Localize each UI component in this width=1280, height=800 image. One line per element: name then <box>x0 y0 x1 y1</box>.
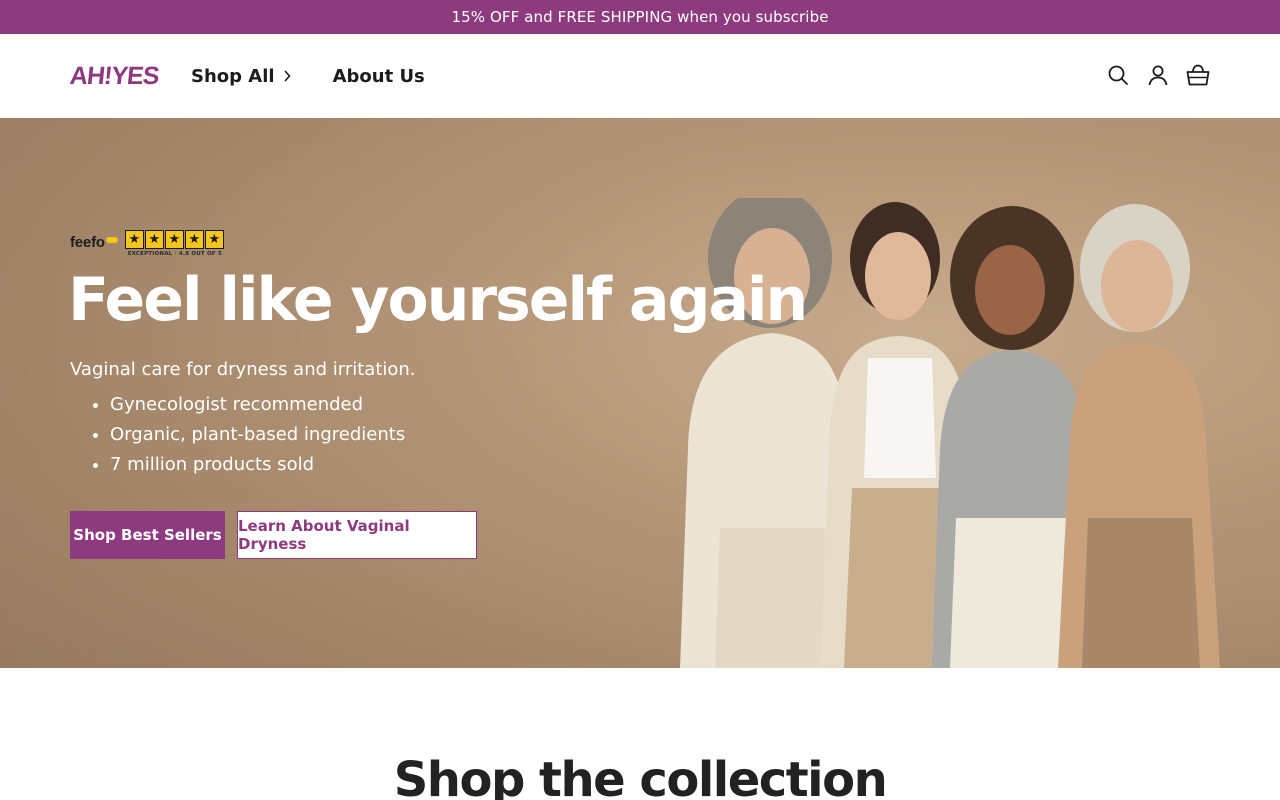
hero-subtitle: Vaginal care for dryness and irritation. <box>70 359 416 380</box>
announcement-text: 15% OFF and FREE SHIPPING when you subsc… <box>451 8 829 26</box>
list-item: Gynecologist recommended <box>110 393 405 423</box>
star-icon: ★ <box>144 230 164 249</box>
list-item: 7 million products sold <box>110 453 405 483</box>
feefo-rating[interactable]: feefo ★ ★ ★ ★ ★ EXCEPTIONAL · 4.8 OUT OF… <box>70 230 225 257</box>
header-actions <box>1106 63 1210 87</box>
account-icon[interactable] <box>1146 63 1170 87</box>
nav-about-us[interactable]: About Us <box>333 62 425 90</box>
star-icon: ★ <box>184 230 204 249</box>
hero-benefits-list: Gynecologist recommended Organic, plant-… <box>110 393 405 483</box>
rating-stars: ★ ★ ★ ★ ★ <box>124 230 225 249</box>
rating-caption: EXCEPTIONAL · 4.8 OUT OF 5 <box>127 251 222 257</box>
feefo-eyes-icon <box>105 237 118 243</box>
rating-stars-block: ★ ★ ★ ★ ★ EXCEPTIONAL · 4.8 OUT OF 5 <box>124 230 225 257</box>
feefo-logo: feefo <box>70 234 105 251</box>
star-icon: ★ <box>124 230 144 249</box>
hero-title: Feel like yourself again <box>68 265 808 335</box>
chevron-right-icon <box>283 70 293 82</box>
nav-shop-all[interactable]: Shop All <box>191 62 293 90</box>
brand-logo[interactable]: AH!YES <box>68 61 160 91</box>
list-item: Organic, plant-based ingredients <box>110 423 405 453</box>
star-icon: ★ <box>164 230 184 249</box>
site-header: AH!YES Shop All About Us <box>0 34 1280 118</box>
announcement-bar: 15% OFF and FREE SHIPPING when you subsc… <box>0 0 1280 34</box>
shop-best-sellers-button[interactable]: Shop Best Sellers <box>70 511 225 559</box>
hero-banner: feefo ★ ★ ★ ★ ★ EXCEPTIONAL · 4.8 OUT OF… <box>0 118 1280 668</box>
collection-heading: Shop the collection <box>393 752 888 800</box>
star-icon: ★ <box>204 230 224 249</box>
main-nav: Shop All About Us <box>191 62 425 90</box>
learn-vaginal-dryness-button[interactable]: Learn About Vaginal Dryness <box>237 511 477 559</box>
nav-shop-all-label: Shop All <box>191 65 275 87</box>
nav-about-us-label: About Us <box>332 65 425 87</box>
search-icon[interactable] <box>1106 63 1130 87</box>
cart-icon[interactable] <box>1186 63 1210 87</box>
